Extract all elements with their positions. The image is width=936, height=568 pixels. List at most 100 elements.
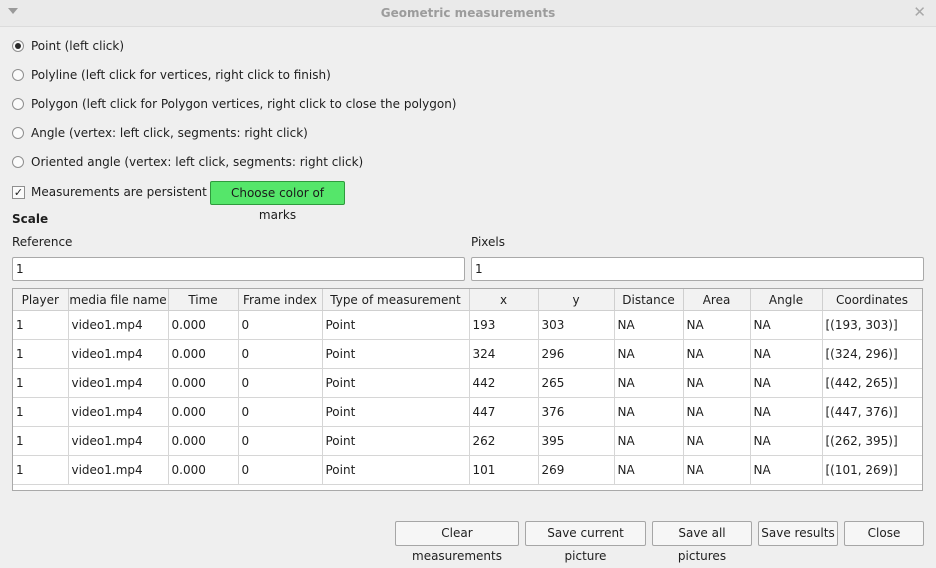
table-cell[interactable]: 0: [238, 426, 323, 456]
radio-polygon[interactable]: Polygon (left click for Polygon vertices…: [12, 95, 457, 113]
table-cell[interactable]: NA: [614, 310, 684, 340]
radio-button-icon[interactable]: [12, 40, 24, 52]
table-cell[interactable]: Point: [322, 426, 470, 456]
column-header[interactable]: y: [538, 289, 615, 311]
table-cell[interactable]: 447: [469, 397, 539, 427]
table-cell[interactable]: NA: [614, 426, 684, 456]
table-cell[interactable]: video1.mp4: [68, 339, 169, 369]
column-header[interactable]: Player: [13, 289, 69, 311]
radio-polyline[interactable]: Polyline (left click for vertices, right…: [12, 66, 331, 84]
choose-color-button[interactable]: Choose color of marks: [210, 181, 345, 222]
table-cell[interactable]: 262: [469, 426, 539, 456]
radio-button-icon[interactable]: [12, 156, 24, 168]
table-cell[interactable]: [(442, 265)]: [822, 368, 922, 398]
column-header[interactable]: Angle: [750, 289, 823, 311]
close-button[interactable]: Close: [844, 521, 924, 546]
table-cell[interactable]: 193: [469, 310, 539, 340]
table-cell[interactable]: video1.mp4: [68, 397, 169, 427]
table-cell[interactable]: 0.000: [168, 455, 239, 485]
table-cell[interactable]: Point: [322, 397, 470, 427]
table-row[interactable]: 1 video1.mp4 0.000 0 Point 193 303 NA NA…: [13, 310, 922, 340]
table-cell[interactable]: NA: [750, 455, 823, 485]
table-cell[interactable]: 0.000: [168, 339, 239, 369]
table-row[interactable]: 1 video1.mp4 0.000 0 Point 262 395 NA NA…: [13, 426, 922, 456]
table-cell[interactable]: [(324, 296)]: [822, 339, 922, 369]
table-row[interactable]: 1 video1.mp4 0.000 0 Point 442 265 NA NA…: [13, 368, 922, 398]
save-results-button[interactable]: Save results: [758, 521, 838, 546]
table-cell[interactable]: 442: [469, 368, 539, 398]
radio-angle[interactable]: Angle (vertex: left click, segments: rig…: [12, 124, 308, 142]
table-cell[interactable]: 0.000: [168, 310, 239, 340]
reference-input[interactable]: 1: [12, 257, 465, 281]
table-cell[interactable]: [(262, 395)]: [822, 426, 922, 456]
table-cell[interactable]: [(447, 376)]: [822, 397, 922, 427]
table-cell[interactable]: 0.000: [168, 426, 239, 456]
table-cell[interactable]: Point: [322, 368, 470, 398]
table-cell[interactable]: NA: [683, 339, 751, 369]
table-cell[interactable]: NA: [750, 397, 823, 427]
table-cell[interactable]: video1.mp4: [68, 426, 169, 456]
table-cell[interactable]: NA: [750, 310, 823, 340]
table-cell[interactable]: 1: [13, 455, 69, 485]
table-cell[interactable]: video1.mp4: [68, 368, 169, 398]
table-row[interactable]: 1 video1.mp4 0.000 0 Point 447 376 NA NA…: [13, 397, 922, 427]
pixels-input[interactable]: 1: [471, 257, 924, 281]
table-cell[interactable]: 0: [238, 455, 323, 485]
column-header[interactable]: Frame index: [238, 289, 323, 311]
table-cell[interactable]: Point: [322, 339, 470, 369]
table-cell[interactable]: NA: [614, 397, 684, 427]
persistent-checkbox-row[interactable]: ✓ Measurements are persistent: [12, 182, 207, 202]
clear-measurements-button[interactable]: Clear measurements: [395, 521, 519, 563]
table-cell[interactable]: 0.000: [168, 397, 239, 427]
table-cell[interactable]: NA: [683, 310, 751, 340]
table-cell[interactable]: NA: [750, 426, 823, 456]
table-cell[interactable]: 265: [538, 368, 615, 398]
table-cell[interactable]: NA: [614, 455, 684, 485]
radio-button-icon[interactable]: [12, 98, 24, 110]
table-cell[interactable]: 0: [238, 368, 323, 398]
table-row[interactable]: 1 video1.mp4 0.000 0 Point 324 296 NA NA…: [13, 339, 922, 369]
column-header[interactable]: Coordinates: [822, 289, 922, 311]
table-cell[interactable]: NA: [614, 368, 684, 398]
table-cell[interactable]: 395: [538, 426, 615, 456]
table-cell[interactable]: 1: [13, 368, 69, 398]
table-cell[interactable]: 101: [469, 455, 539, 485]
table-cell[interactable]: NA: [683, 397, 751, 427]
table-cell[interactable]: 1: [13, 339, 69, 369]
table-cell[interactable]: NA: [683, 426, 751, 456]
table-cell[interactable]: 1: [13, 310, 69, 340]
column-header[interactable]: Time: [168, 289, 239, 311]
column-header[interactable]: Area: [683, 289, 751, 311]
table-cell[interactable]: NA: [683, 368, 751, 398]
table-cell[interactable]: 303: [538, 310, 615, 340]
table-cell[interactable]: Point: [322, 310, 470, 340]
save-current-picture-button[interactable]: Save current picture: [525, 521, 646, 563]
radio-point[interactable]: Point (left click): [12, 37, 124, 55]
measurements-table[interactable]: Player media file name Time Frame index …: [12, 288, 923, 491]
radio-oriented-angle[interactable]: Oriented angle (vertex: left click, segm…: [12, 153, 363, 171]
column-header[interactable]: Distance: [614, 289, 684, 311]
table-cell[interactable]: 376: [538, 397, 615, 427]
column-header[interactable]: Type of measurement: [322, 289, 470, 311]
table-cell[interactable]: NA: [750, 368, 823, 398]
table-cell[interactable]: 0: [238, 397, 323, 427]
table-cell[interactable]: [(193, 303)]: [822, 310, 922, 340]
table-cell[interactable]: 269: [538, 455, 615, 485]
table-cell[interactable]: Point: [322, 455, 470, 485]
radio-button-icon[interactable]: [12, 69, 24, 81]
table-cell[interactable]: 0.000: [168, 368, 239, 398]
table-cell[interactable]: NA: [614, 339, 684, 369]
radio-button-icon[interactable]: [12, 127, 24, 139]
save-all-pictures-button[interactable]: Save all pictures: [652, 521, 752, 563]
column-header[interactable]: x: [469, 289, 539, 311]
checkmark-icon[interactable]: ✓: [12, 185, 25, 199]
table-cell[interactable]: video1.mp4: [68, 310, 169, 340]
table-cell[interactable]: NA: [750, 339, 823, 369]
column-header[interactable]: media file name: [68, 289, 169, 311]
table-cell[interactable]: video1.mp4: [68, 455, 169, 485]
table-row[interactable]: 1 video1.mp4 0.000 0 Point 101 269 NA NA…: [13, 455, 922, 485]
table-cell[interactable]: 324: [469, 339, 539, 369]
table-cell[interactable]: 0: [238, 339, 323, 369]
table-cell[interactable]: 1: [13, 426, 69, 456]
table-cell[interactable]: NA: [683, 455, 751, 485]
